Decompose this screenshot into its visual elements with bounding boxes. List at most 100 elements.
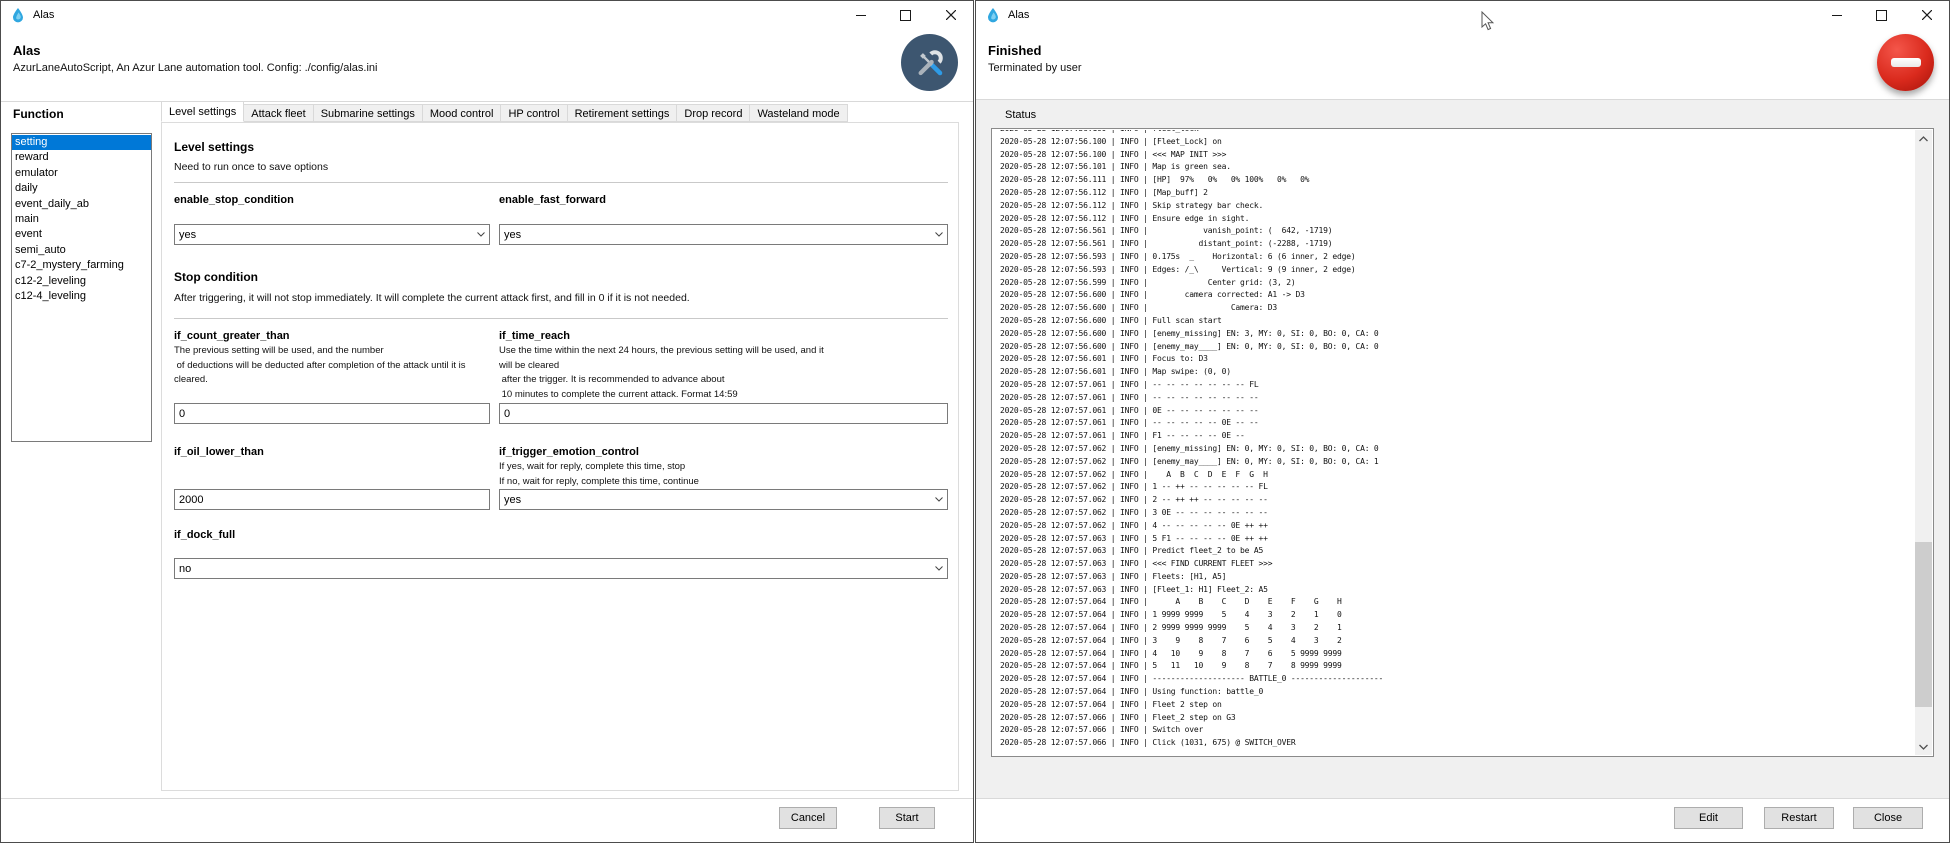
chevron-up-icon	[1919, 136, 1928, 142]
log-line: 2020-05-28 12:07:57.062 | INFO | 2 -- ++…	[1000, 494, 1915, 507]
function-list-item[interactable]: daily	[12, 181, 151, 196]
scroll-up-button[interactable]	[1915, 130, 1932, 147]
function-list-item[interactable]: reward	[12, 150, 151, 165]
log-text-clip: 2020-05-28 12:07:56.100 | INFO | fleet_l…	[993, 130, 1915, 755]
function-list-item[interactable]: main	[12, 212, 151, 227]
maximize-button[interactable]	[883, 1, 928, 29]
if-oil-lower-than-label: if_oil_lower_than	[174, 446, 264, 458]
alas-app-icon	[10, 7, 26, 23]
if-count-greater-than-label: if_count_greater_than	[174, 330, 290, 342]
log-line: 2020-05-28 12:07:57.063 | INFO | 5 F1 --…	[1000, 533, 1915, 546]
caption-buttons	[838, 1, 973, 29]
if-time-reach-label: if_time_reach	[499, 330, 570, 342]
status-label: Status	[1005, 109, 1036, 121]
tab[interactable]: Wasteland mode	[749, 104, 847, 122]
restart-button[interactable]: Restart	[1764, 807, 1834, 829]
close-icon	[946, 10, 956, 20]
wrench-screwdriver-icon	[914, 47, 946, 79]
titlebar[interactable]: Alas	[976, 1, 1949, 29]
log-line: 2020-05-28 12:07:56.100 | INFO | <<< MAP…	[1000, 149, 1915, 162]
log-line: 2020-05-28 12:07:57.064 | INFO | 2 9999 …	[1000, 622, 1915, 635]
if-time-reach-desc: Use the time within the next 24 hours, t…	[499, 344, 951, 402]
log-line: 2020-05-28 12:07:56.111 | INFO | [HP] 97…	[1000, 174, 1915, 187]
enable-stop-condition-label: enable_stop_condition	[174, 194, 294, 206]
tab[interactable]: Retirement settings	[567, 104, 678, 122]
log-line: 2020-05-28 12:07:57.063 | INFO | Predict…	[1000, 545, 1915, 558]
function-list-item[interactable]: c12-4_leveling	[12, 289, 151, 304]
tab-strip: Level settings Attack fleet Submarine se…	[161, 101, 848, 122]
titlebar[interactable]: Alas	[1, 1, 973, 29]
if-count-greater-than-desc: The previous setting will be used, and t…	[174, 344, 490, 388]
section-heading: Level settings	[174, 140, 254, 154]
if-dock-full-select[interactable]: no	[174, 558, 948, 579]
tab[interactable]: Attack fleet	[243, 104, 313, 122]
desktop: Alas Alas AzurLaneAutoScript, An Azur La…	[0, 0, 1950, 843]
tab[interactable]: Mood control	[422, 104, 502, 122]
maximize-button[interactable]	[1859, 1, 1904, 29]
log-scrollbar[interactable]	[1915, 130, 1932, 755]
minimize-button[interactable]	[838, 1, 883, 29]
tab[interactable]: HP control	[500, 104, 567, 122]
close-window-button[interactable]: Close	[1853, 807, 1923, 829]
log-line: 2020-05-28 12:07:57.064 | INFO | 1 9999 …	[1000, 609, 1915, 622]
function-list-item[interactable]: event_daily_ab	[12, 197, 151, 212]
function-list-item[interactable]: emulator	[12, 166, 151, 181]
enable-fast-forward-select[interactable]: yes	[499, 224, 948, 245]
function-list-item[interactable]: c7-2_mystery_farming	[12, 258, 151, 273]
window-title: Alas	[1008, 9, 1029, 21]
log-lines: 2020-05-28 12:07:56.100 | INFO | fleet_l…	[993, 130, 1915, 750]
function-list-item[interactable]: semi_auto	[12, 243, 151, 258]
if-oil-lower-than-input[interactable]	[174, 489, 490, 510]
enable-stop-condition-select[interactable]: yes	[174, 224, 490, 245]
log-line: 2020-05-28 12:07:56.561 | INFO | distant…	[1000, 238, 1915, 251]
alas-run-window: Alas Finished Terminated by user Status …	[975, 0, 1950, 843]
alas-app-icon	[985, 7, 1001, 23]
log-line: 2020-05-28 12:07:57.064 | INFO | -------…	[1000, 673, 1915, 686]
minimize-button[interactable]	[1814, 1, 1859, 29]
minimize-icon	[856, 15, 866, 16]
minimize-icon	[1832, 15, 1842, 16]
log-line: 2020-05-28 12:07:57.061 | INFO | F1 -- -…	[1000, 430, 1915, 443]
log-line: 2020-05-28 12:07:57.063 | INFO | <<< FIN…	[1000, 558, 1915, 571]
log-line: 2020-05-28 12:07:57.061 | INFO | -- -- -…	[1000, 392, 1915, 405]
scrollbar-thumb[interactable]	[1915, 542, 1932, 707]
cancel-button[interactable]: Cancel	[779, 807, 837, 829]
if-time-reach-input[interactable]	[499, 403, 948, 424]
enable-fast-forward-label: enable_fast_forward	[499, 194, 606, 206]
function-list-item[interactable]: setting	[12, 135, 151, 150]
run-status-subtitle: Terminated by user	[988, 62, 1082, 74]
function-list[interactable]: setting reward emulator daily event_dail…	[11, 133, 152, 442]
tab[interactable]: Submarine settings	[313, 104, 423, 122]
log-line: 2020-05-28 12:07:57.062 | INFO | 4 -- --…	[1000, 520, 1915, 533]
log-line: 2020-05-28 12:07:56.601 | INFO | Map swi…	[1000, 366, 1915, 379]
stop-sign-icon	[1877, 34, 1934, 91]
scroll-down-button[interactable]	[1915, 738, 1932, 755]
log-output[interactable]: 2020-05-28 12:07:56.100 | INFO | fleet_l…	[991, 128, 1934, 757]
log-line: 2020-05-28 12:07:57.062 | INFO | A B C D…	[1000, 469, 1915, 482]
tab[interactable]: Level settings	[161, 101, 244, 122]
close-button[interactable]	[928, 1, 973, 29]
start-button[interactable]: Start	[879, 807, 935, 829]
log-line: 2020-05-28 12:07:56.601 | INFO | Focus t…	[1000, 353, 1915, 366]
function-list-item[interactable]: event	[12, 227, 151, 242]
function-list-item[interactable]: c12-2_leveling	[12, 274, 151, 289]
if-count-greater-than-input[interactable]	[174, 403, 490, 424]
run-status-title: Finished	[988, 43, 1041, 58]
caption-buttons	[1814, 1, 1949, 29]
log-line: 2020-05-28 12:07:57.064 | INFO | Fleet 2…	[1000, 699, 1915, 712]
footer-separator	[1, 798, 973, 799]
page-title: Alas	[13, 43, 40, 58]
log-line: 2020-05-28 12:07:57.061 | INFO | -- -- -…	[1000, 379, 1915, 392]
log-line: 2020-05-28 12:07:56.112 | INFO | Ensure …	[1000, 213, 1915, 226]
edit-button[interactable]: Edit	[1674, 807, 1743, 829]
tab[interactable]: Drop record	[676, 104, 750, 122]
chevron-down-icon	[931, 232, 947, 237]
close-button[interactable]	[1904, 1, 1949, 29]
maximize-icon	[900, 10, 911, 21]
page-subtitle: AzurLaneAutoScript, An Azur Lane automat…	[13, 62, 377, 74]
chevron-down-icon	[1919, 744, 1928, 750]
log-line: 2020-05-28 12:07:56.600 | INFO | camera …	[1000, 289, 1915, 302]
if-trigger-emotion-control-select[interactable]: yes	[499, 489, 948, 510]
window-title: Alas	[33, 9, 54, 21]
log-line: 2020-05-28 12:07:57.062 | INFO | [enemy_…	[1000, 443, 1915, 456]
